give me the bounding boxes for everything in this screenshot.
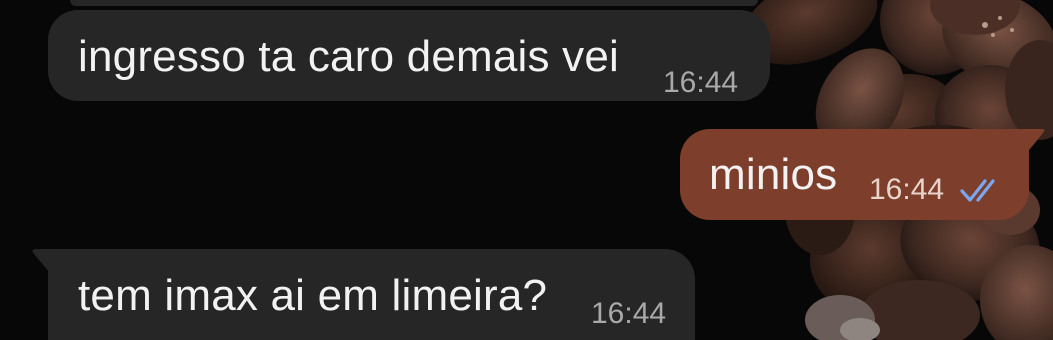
message-text: minios (709, 150, 838, 199)
message-bubble-incoming[interactable]: tem imax ai em limeira? 16:44 (48, 249, 695, 340)
message-text: tem imax ai em limeira? (78, 271, 548, 320)
bubble-tail (1016, 129, 1045, 151)
message-bubble-outgoing[interactable]: minios 16:44 (680, 129, 1029, 220)
double-check-icon (959, 175, 1005, 205)
message-bubble-incoming[interactable]: ingresso ta caro demais vei 16:44 (48, 10, 770, 101)
message-timestamp: 16:44 (591, 297, 667, 330)
previous-message-bubble-edge (70, 0, 758, 6)
message-text: ingresso ta caro demais vei (78, 32, 619, 81)
message-timestamp: 16:44 (869, 173, 945, 206)
message-timestamp: 16:44 (663, 66, 739, 99)
